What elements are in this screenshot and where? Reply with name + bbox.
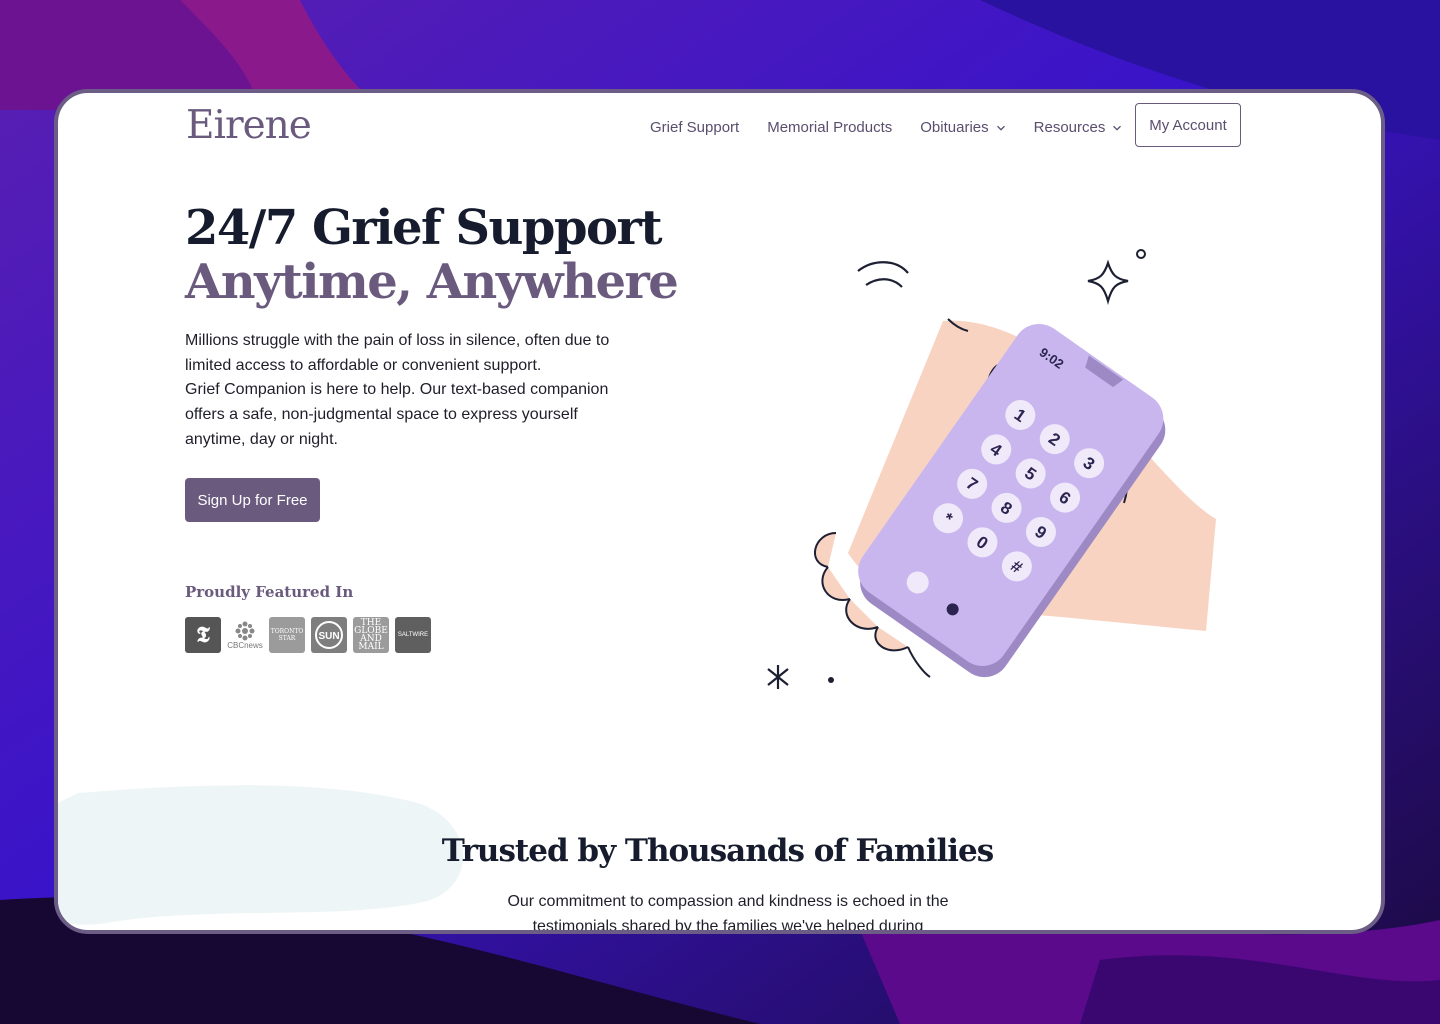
toronto-sun-logo: SUN xyxy=(311,617,347,653)
cbc-gem-icon xyxy=(235,621,255,640)
sign-up-button[interactable]: Sign Up for Free xyxy=(185,478,320,522)
saltwire-logo: SALTWIRE xyxy=(395,617,431,653)
dot-icon xyxy=(828,677,834,683)
thumb-shape xyxy=(814,532,837,568)
hero-description: Millions struggle with the pain of loss … xyxy=(185,329,635,453)
hero-paragraph: Millions struggle with the pain of loss … xyxy=(185,332,610,374)
sun-text: SUN xyxy=(318,631,339,642)
nav-resources[interactable]: Resources xyxy=(1034,119,1123,136)
cbc-news-logo: CBCnews xyxy=(227,617,263,653)
new-york-times-logo: 𝕿 xyxy=(185,617,221,653)
nav-label: Memorial Products xyxy=(767,119,893,136)
hero-paragraph: Grief Companion is here to help. Our tex… xyxy=(185,381,609,448)
trusted-heading: Trusted by Thousands of Families xyxy=(441,833,994,869)
trusted-text: Our commitment to compassion and kindnes… xyxy=(507,893,949,934)
finger-shape xyxy=(874,626,909,652)
sun-badge-icon: SUN xyxy=(315,621,343,649)
circle-dot-icon xyxy=(1136,249,1146,259)
browser-window: Eirene Grief Support Memorial Products O… xyxy=(54,89,1385,934)
my-account-button[interactable]: My Account xyxy=(1135,103,1241,147)
cbc-news-text: CBCnews xyxy=(227,640,263,650)
signal-wave-icon xyxy=(857,261,909,274)
toronto-star-logo: TORONTO STAR xyxy=(269,617,305,653)
nav-label: Grief Support xyxy=(650,119,740,136)
featured-heading: Proudly Featured In xyxy=(185,583,354,601)
nav-memorial-products[interactable]: Memorial Products xyxy=(767,119,892,136)
phone-illustration: 9:02 123456789*0# xyxy=(767,249,1216,689)
hero-title: 24/7 Grief Support xyxy=(185,200,663,256)
finger-shape xyxy=(821,566,851,602)
main-nav: Grief Support Memorial Products Obituari… xyxy=(650,119,1150,136)
nav-label: Resources xyxy=(1033,119,1106,136)
signal-wave-icon xyxy=(865,278,903,288)
nav-grief-support[interactable]: Grief Support xyxy=(650,119,739,136)
nav-obituaries[interactable]: Obituaries xyxy=(920,119,1005,136)
nav-label: Obituaries xyxy=(920,119,989,136)
hero-subtitle: Anytime, Anywhere xyxy=(185,254,679,310)
featured-logos: 𝕿 CBCnews TORONTO STAR SUN THE GLOBE AND… xyxy=(185,617,437,653)
hand-outline xyxy=(907,646,931,678)
sparkle-icon xyxy=(1087,259,1129,306)
brand-logo[interactable]: Eirene xyxy=(186,103,312,148)
asterisk-icon xyxy=(767,665,789,689)
globe-and-mail-logo: THE GLOBE AND MAIL xyxy=(353,617,389,653)
chevron-down-icon xyxy=(1113,125,1122,131)
chevron-down-icon xyxy=(996,125,1005,131)
